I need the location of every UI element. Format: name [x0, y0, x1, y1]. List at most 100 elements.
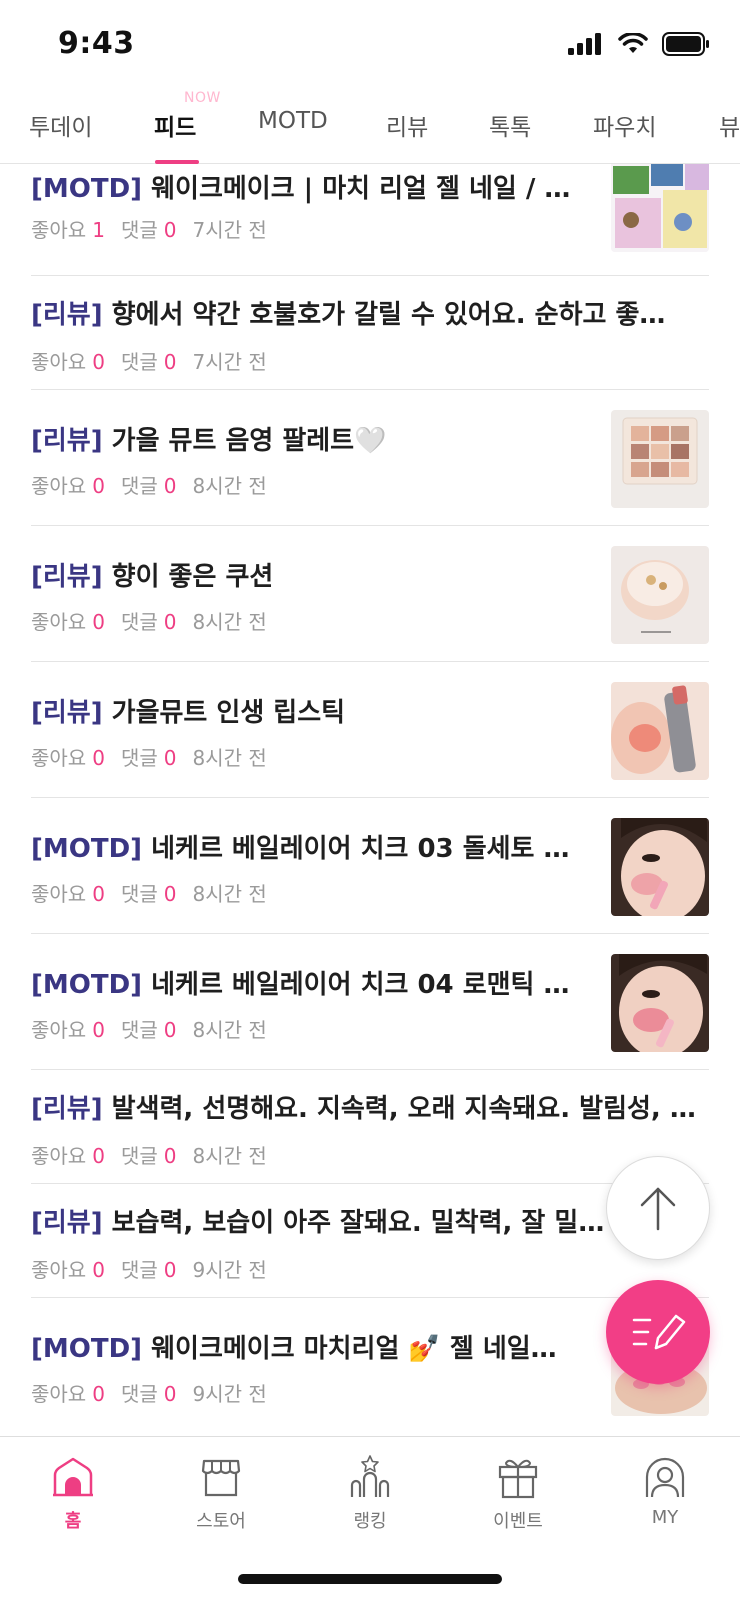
nav-home[interactable]: 홈	[13, 1455, 133, 1545]
nav-ranking[interactable]: 랭킹	[310, 1455, 430, 1545]
comment-count: 0	[163, 746, 177, 770]
status-bar: 9:43	[0, 0, 740, 90]
tab-beauty[interactable]: 뷰	[719, 108, 740, 142]
feed-item-thumbnail[interactable]	[611, 818, 709, 916]
feed-item-tag: [MOTD]	[31, 1334, 143, 1364]
write-icon	[632, 1314, 686, 1350]
arrow-up-icon	[640, 1187, 676, 1231]
like-count: 0	[92, 1258, 105, 1282]
feed-item-thumbnail[interactable]	[611, 682, 709, 780]
tab-motd[interactable]: MOTD	[258, 108, 328, 134]
feed-item-title: [리뷰] 발색력, 선명해요. 지속력, 오래 지속돼요. 발림성, …	[31, 1094, 696, 1124]
top-tab-bar: 투데이 NOW 피드 MOTD 리뷰 톡톡 파우치 뷰	[0, 90, 740, 164]
feed-item-title: [리뷰] 가을 뮤트 음영 팔레트🤍	[31, 426, 387, 456]
home-icon	[53, 1457, 93, 1497]
feed-item-title: [리뷰] 향이 좋은 쿠션	[31, 562, 274, 592]
like-count: 1	[92, 218, 105, 242]
feed-item-tag: [MOTD]	[31, 834, 143, 864]
post-time: 8시간 전	[192, 474, 267, 498]
feed-item-meta: 좋아요 0 댓글 0 8시간 전	[31, 610, 267, 634]
post-time: 7시간 전	[192, 218, 267, 242]
comment-count: 0	[163, 350, 177, 374]
tab-review[interactable]: 리뷰	[386, 108, 428, 142]
tab-toktok[interactable]: 톡톡	[489, 108, 531, 142]
nav-store-label: 스토어	[196, 1511, 246, 1532]
wifi-icon	[618, 33, 648, 53]
feed-item-tag: [MOTD]	[31, 174, 143, 204]
feed-item-tag: [리뷰]	[31, 1094, 103, 1124]
feed-item-thumbnail[interactable]	[611, 954, 709, 1052]
feed-item-meta: 좋아요 0 댓글 0 9시간 전	[31, 1258, 267, 1282]
feed-item-meta: 좋아요 0 댓글 0 8시간 전	[31, 1018, 267, 1042]
like-count: 0	[92, 746, 105, 770]
post-time: 8시간 전	[192, 882, 267, 906]
post-time: 8시간 전	[192, 1144, 267, 1168]
feed-item[interactable]: [리뷰] 향이 좋은 쿠션 좋아요 0 댓글 0 8시간 전	[31, 526, 709, 662]
like-count: 0	[92, 474, 105, 498]
post-time: 8시간 전	[192, 610, 267, 634]
like-count: 0	[92, 1144, 105, 1168]
comment-count: 0	[163, 1144, 177, 1168]
like-count: 0	[92, 1018, 105, 1042]
comment-count: 0	[163, 218, 177, 242]
like-count: 0	[92, 882, 105, 906]
feed-item-tag: [리뷰]	[31, 300, 103, 330]
status-icons	[568, 32, 710, 56]
feed-item[interactable]: [MOTD] 네케르 베일레이어 치크 03 돌세토 … 좋아요 0 댓글 0 8시간 …	[31, 798, 709, 934]
tab-feed-now-badge: NOW	[184, 90, 221, 106]
signal-icon	[568, 33, 601, 55]
write-post-button[interactable]	[606, 1280, 710, 1384]
tab-pouch[interactable]: 파우치	[593, 108, 656, 142]
feed-item[interactable]: [리뷰] 가을 뮤트 음영 팔레트🤍 좋아요 0 댓글 0 8시간 전	[31, 390, 709, 526]
feed-item-title: [MOTD] 웨이크메이크 | 마치 리얼 젤 네일 / …	[31, 174, 571, 204]
store-icon	[201, 1459, 241, 1497]
feed-item[interactable]: [리뷰] 가을뮤트 인생 립스틱 좋아요 0 댓글 0 8시간 전	[31, 662, 709, 798]
nav-my[interactable]: MY	[605, 1455, 725, 1545]
status-time: 9:43	[58, 26, 135, 61]
feed-item-meta: 좋아요 0 댓글 0 8시간 전	[31, 746, 267, 770]
nav-home-label: 홈	[64, 1511, 82, 1532]
nav-my-label: MY	[651, 1507, 679, 1528]
feed-item-thumbnail[interactable]	[611, 546, 709, 644]
comment-count: 0	[163, 474, 177, 498]
feed-item-title: [리뷰] 가을뮤트 인생 립스틱	[31, 698, 346, 728]
like-count: 0	[92, 1382, 105, 1406]
post-time: 8시간 전	[192, 1018, 267, 1042]
feed-item-meta: 좋아요 0 댓글 0 9시간 전	[31, 1382, 267, 1406]
feed-item-meta: 좋아요 0 댓글 0 7시간 전	[31, 350, 267, 374]
feed-item-title: [MOTD] 네케르 베일레이어 치크 03 돌세토 …	[31, 834, 570, 864]
feed-item-tag: [리뷰]	[31, 698, 103, 728]
scroll-to-top-button[interactable]	[606, 1156, 710, 1260]
nav-ranking-label: 랭킹	[353, 1511, 387, 1532]
nav-store[interactable]: 스토어	[161, 1455, 281, 1545]
feed-item-tag: [리뷰]	[31, 1208, 103, 1238]
nav-event[interactable]: 이벤트	[458, 1455, 578, 1545]
feed-item-tag: [리뷰]	[31, 562, 103, 592]
feed-item-tag: [리뷰]	[31, 426, 103, 456]
tab-today[interactable]: 투데이	[29, 108, 92, 142]
feed-item-title: [MOTD] 웨이크메이크 마치리얼 💅 젤 네일…	[31, 1334, 557, 1364]
feed-item-tag: [MOTD]	[31, 970, 143, 1000]
feed-item[interactable]: [MOTD] 웨이크메이크 | 마치 리얼 젤 네일 / … 좋아요 1 댓글 0 7시…	[31, 164, 709, 276]
tab-feed[interactable]: 피드	[154, 108, 196, 142]
feed-item-meta: 좋아요 1 댓글 0 7시간 전	[31, 218, 267, 242]
feed-item-title: [리뷰] 향에서 약간 호불호가 갈릴 수 있어요. 순하고 좋…	[31, 300, 666, 330]
gift-icon	[498, 1459, 538, 1499]
feed-item-meta: 좋아요 0 댓글 0 8시간 전	[31, 474, 267, 498]
feed-item-meta: 좋아요 0 댓글 0 8시간 전	[31, 1144, 267, 1168]
feed-item-meta: 좋아요 0 댓글 0 8시간 전	[31, 882, 267, 906]
feed-item[interactable]: [리뷰] 발색력, 선명해요. 지속력, 오래 지속돼요. 발림성, … 좋아요…	[31, 1070, 709, 1184]
ranking-icon	[350, 1455, 390, 1497]
feed-item[interactable]: [리뷰] 향에서 약간 호불호가 갈릴 수 있어요. 순하고 좋… 좋아요 0 댓글…	[31, 276, 709, 390]
feed-item[interactable]: [MOTD] 네케르 베일레이어 치크 04 로맨틱 … 좋아요 0 댓글 0 8시간 …	[31, 934, 709, 1070]
comment-count: 0	[163, 1382, 177, 1406]
feed-item-thumbnail[interactable]	[611, 164, 709, 252]
feed-item-thumbnail[interactable]	[611, 410, 709, 508]
comment-count: 0	[163, 610, 177, 634]
post-time: 7시간 전	[192, 350, 267, 374]
comment-count: 0	[163, 1018, 177, 1042]
home-indicator	[238, 1574, 502, 1584]
feed-item-title: [리뷰] 보습력, 보습이 아주 잘돼요. 밀착력, 잘 밀착…	[31, 1208, 623, 1238]
like-count: 0	[92, 350, 105, 374]
like-count: 0	[92, 610, 105, 634]
